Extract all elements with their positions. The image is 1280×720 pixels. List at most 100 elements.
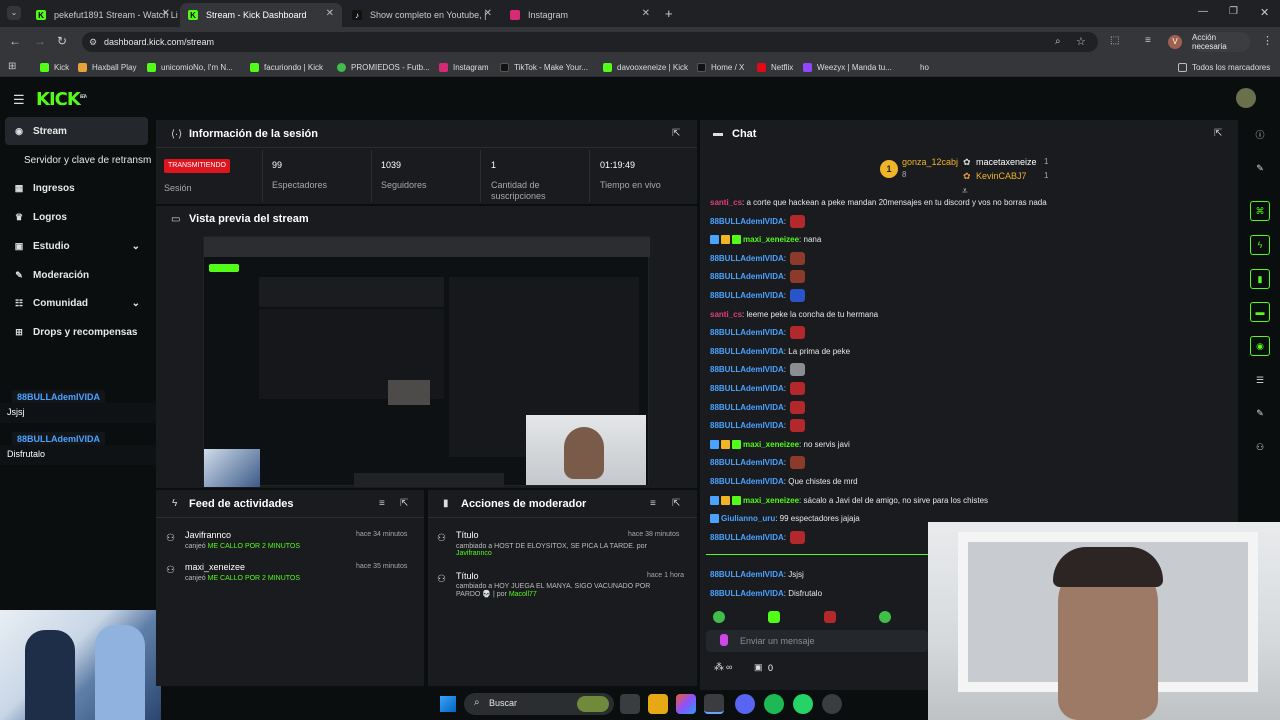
quick-action-log-icon[interactable]: ▮ [1250,269,1270,289]
chat-username[interactable]: 88BULLAdemIVIDA [710,272,784,281]
profile-avatar[interactable]: V [1168,35,1182,49]
emote-shortcut-icon[interactable] [824,611,836,623]
bookmark-davooxeneize[interactable]: davooxeneize | Kick [603,57,688,77]
action-required-button[interactable]: Acción necesaria [1192,32,1250,52]
sidebar-item-revenue[interactable]: ▦ Ingresos [0,174,148,202]
extensions-icon[interactable]: ⬚ [1110,35,1119,46]
close-window-icon[interactable]: ✕ [1260,6,1269,19]
chat-username[interactable]: santi_cs [710,310,742,319]
bookmark-kick[interactable]: Kick [40,57,69,77]
tab-search-button[interactable]: ⌄ [7,6,21,20]
all-bookmarks[interactable]: Todos los marcadores [1178,57,1270,77]
leader-username[interactable]: gonza_12cabj [902,157,958,167]
emote-shortcut-icon[interactable] [768,611,780,623]
chat-username[interactable]: maxi_xeneizee [743,440,799,449]
file-explorer-icon[interactable] [648,694,668,714]
quick-action-chat-icon[interactable]: ▬ [1250,302,1270,322]
bookmark-facuriondo[interactable]: facuriondo | Kick [250,57,323,77]
tab-instagram[interactable]: Instagram ✕ [502,3,658,27]
bookmark-tiktok[interactable]: TikTok - Make Your... [500,57,588,77]
layout-icon[interactable]: ☰ [1250,370,1270,390]
bookmark-weezyx[interactable]: Weezyx | Manda tu... [803,57,892,77]
chat-username[interactable]: 88BULLAdemIVIDA [710,458,784,467]
url-text[interactable]: dashboard.kick.com/stream [104,37,214,47]
popout-icon[interactable]: ⇱ [672,498,680,509]
chevron-down-icon[interactable]: ⌄ [132,298,140,309]
taskbar-widget-thumbnail[interactable] [577,696,609,712]
popout-icon[interactable]: ⇱ [1214,128,1222,139]
chat-identity-icon[interactable] [720,634,728,646]
chat-username[interactable]: 88BULLAdemIVIDA [710,365,784,374]
emote-shortcut-icon[interactable] [713,611,725,623]
windows-start-icon[interactable] [440,696,456,712]
sidebar-item-moderation[interactable]: ✎ Moderación [0,261,148,289]
kick-logo[interactable]: KICKBETA [36,89,87,110]
hamburger-menu-icon[interactable]: ☰ [13,92,25,108]
bookmark-x[interactable]: Home / X [697,57,744,77]
zoom-search-icon[interactable]: ⌕ [1055,36,1061,47]
bookmark-netflix[interactable]: Netflix [757,57,793,77]
chat-username[interactable]: 88BULLAdemIVIDA [710,384,784,393]
tab-kick-dashboard[interactable]: K Stream - Kick Dashboard ✕ [180,3,342,27]
taskbar-search-label[interactable]: Buscar [489,698,517,708]
chat-username[interactable]: 88BULLAdemIVIDA [710,403,784,412]
sidebar-item-achievements[interactable]: ♛ Logros [0,203,148,231]
chat-username[interactable]: maxi_xeneizee [743,496,799,505]
minimize-window-icon[interactable]: — [1198,6,1208,17]
copilot-icon[interactable] [676,694,696,714]
stream-preview-video[interactable] [203,236,650,487]
chat-username[interactable]: 88BULLAdemIVIDA [710,254,784,263]
tab-tiktok-show[interactable]: ♪ Show completo en Youtube, | ✕ [344,3,500,27]
points-icon[interactable]: ⁂ ∞ [714,662,732,673]
filter-icon[interactable]: ≡ [650,498,656,509]
apps-grid-icon[interactable]: ⊞ [8,61,16,72]
chat-username[interactable]: 88BULLAdemIVIDA [710,291,784,300]
discord-icon[interactable] [735,694,755,714]
quick-action-lightning-icon[interactable]: ϟ [1250,235,1270,255]
site-info-icon[interactable]: ⚙ [89,37,97,48]
forward-icon[interactable]: → [34,34,46,48]
tab-pekefut-stream[interactable]: K pekefut1891 Stream - Watch Li ✕ [28,3,178,27]
leader-username[interactable]: macetaxeneize [976,157,1037,167]
quick-action-clip-icon[interactable]: ⌘ [1250,201,1270,221]
chat-username[interactable]: 88BULLAdemIVIDA [710,570,784,579]
maximize-window-icon[interactable]: ❐ [1229,6,1238,17]
popout-icon[interactable]: ⇱ [400,498,408,509]
bookmark-unicomio[interactable]: unicomioNo, I'm N... [147,57,233,77]
bookmark-promiedos[interactable]: PROMIEDOS - Futb... [337,57,430,77]
bookmark-ho[interactable]: ho [920,57,929,77]
close-tab-icon[interactable]: ✕ [326,8,334,19]
popout-icon[interactable]: ⇱ [672,128,680,139]
filter-icon[interactable]: ≡ [379,498,385,509]
media-control-icon[interactable]: ≡ [1145,35,1151,46]
chrome-taskbar-icon[interactable] [704,694,724,714]
chat-username[interactable]: Giulianno_uru [721,514,775,523]
reload-icon[interactable]: ↻ [57,34,67,48]
new-tab-icon[interactable]: + [665,6,673,21]
leader-username[interactable]: KevinCABJ7 [976,171,1027,181]
chat-username[interactable]: 88BULLAdemIVIDA [710,589,784,598]
bookmark-haxball[interactable]: Haxball Play [78,57,136,77]
user-avatar[interactable] [1236,88,1256,108]
emote-shortcut-icon[interactable] [879,611,891,623]
sidebar-item-drops[interactable]: ⊞ Drops y recompensas [0,318,148,346]
gift-icon[interactable]: ▣ [754,662,763,673]
chat-username[interactable]: 88BULLAdemIVIDA [710,477,784,486]
chat-username[interactable]: 88BULLAdemIVIDA [710,347,784,356]
info-icon[interactable]: ⓘ [1250,124,1270,144]
chat-username[interactable]: 88BULLAdemIVIDA [710,533,784,542]
quick-action-broadcast-icon[interactable]: ◉ [1250,336,1270,356]
back-icon[interactable]: ← [9,34,21,48]
chat-username[interactable]: maxi_xeneizee [743,235,799,244]
chat-username[interactable]: 88BULLAdemIVIDA [710,217,784,226]
close-tab-icon[interactable]: ✕ [162,8,170,19]
steam-icon[interactable] [822,694,842,714]
chevron-down-icon[interactable]: ⌄ [132,241,140,252]
bookmark-instagram[interactable]: Instagram [439,57,489,77]
sidebar-item-studio[interactable]: ▣ Estudio ⌄ [0,232,148,260]
close-tab-icon[interactable]: ✕ [484,8,492,19]
bookmark-star-icon[interactable]: ☆ [1076,35,1086,48]
omnibox[interactable] [82,32,1098,52]
sidebar-item-server-key[interactable]: Servidor y clave de retransm [0,146,155,174]
edit-icon[interactable]: ✎ [1250,158,1270,178]
